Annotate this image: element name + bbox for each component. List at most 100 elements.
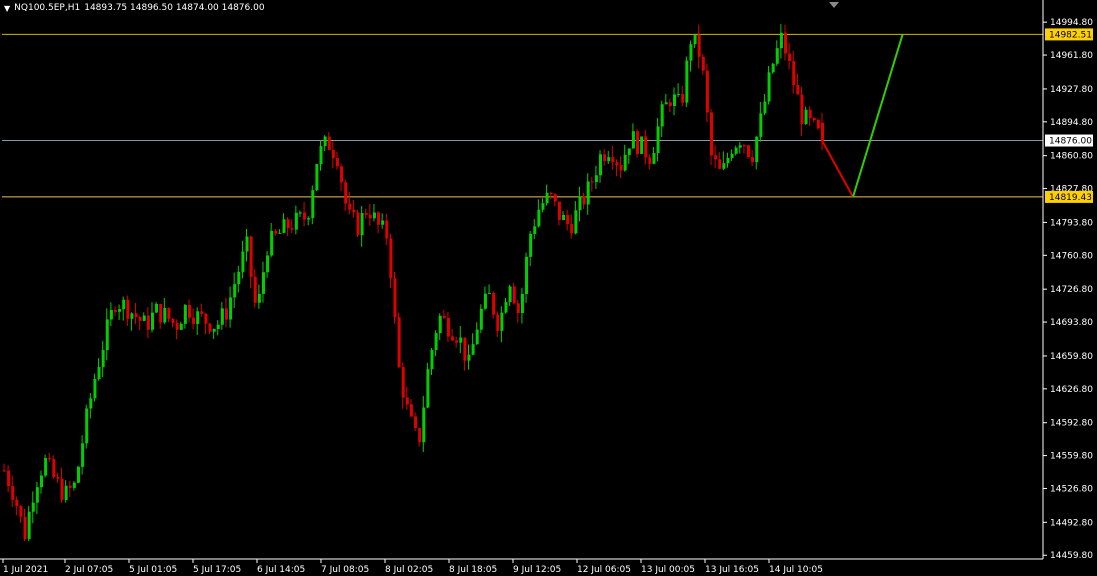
candle-body: [315, 164, 319, 191]
candle-body: [204, 313, 208, 324]
candle-body: [109, 310, 113, 320]
candle-body: [266, 255, 270, 273]
candle-body: [138, 317, 142, 321]
candle-body: [648, 157, 652, 164]
candle-body: [81, 443, 85, 467]
candle-body: [607, 157, 611, 162]
candle-body: [529, 233, 533, 257]
candle-body: [738, 145, 742, 148]
candle-body: [150, 312, 154, 330]
price-tick-label: 14961.80: [1050, 51, 1093, 61]
candle-body: [327, 136, 331, 150]
candle-body: [130, 313, 134, 319]
candle-body: [414, 416, 418, 429]
projection-down-line[interactable]: [821, 140, 854, 198]
candle-body: [426, 369, 430, 408]
candle-body: [627, 148, 631, 155]
candle-body: [771, 63, 775, 73]
candle-body: [660, 104, 664, 127]
candle-body: [788, 53, 792, 62]
candle-body: [714, 155, 718, 160]
candle-body: [471, 344, 475, 355]
candle-body: [488, 292, 492, 294]
candle-body: [808, 109, 812, 119]
candle-body: [685, 60, 689, 103]
candle-body: [792, 61, 796, 86]
candle-body: [594, 175, 598, 183]
candle-body: [389, 238, 393, 279]
price-tick-label: 14994.80: [1050, 18, 1093, 28]
candle-body: [175, 323, 179, 330]
time-tick-label: 8 Jul 18:05: [449, 565, 497, 575]
price-tick-label: 14659.80: [1050, 352, 1093, 362]
candle-body: [35, 487, 39, 503]
time-tick-label: 5 Jul 01:05: [129, 565, 177, 575]
candle-body: [39, 475, 43, 488]
candle-body: [52, 459, 56, 477]
candle-body: [113, 310, 117, 312]
candle-body: [520, 293, 524, 314]
candle-body: [212, 328, 216, 332]
price-tick-label: 14492.80: [1050, 518, 1093, 528]
candle-body: [89, 398, 93, 409]
candle-body: [216, 324, 220, 329]
candle-body: [159, 303, 163, 323]
candle-body: [796, 85, 800, 95]
candle-body: [7, 470, 11, 487]
price-tick-label: 14760.80: [1050, 251, 1093, 261]
time-tick-label: 14 Jul 10:05: [769, 565, 823, 575]
candle-body: [697, 34, 701, 57]
candle-body: [27, 511, 31, 540]
candle-body: [611, 157, 615, 163]
candle-body: [742, 145, 746, 147]
candle-body: [142, 315, 146, 321]
candle-body: [97, 367, 101, 380]
candle-body: [430, 350, 434, 370]
price-chart[interactable]: 14994.80 14961.80 14927.80 14894.80 14860.80…: [0, 0, 1097, 576]
candle-body: [673, 94, 677, 107]
candle-body: [763, 101, 767, 114]
price-tick-label: 14526.80: [1050, 484, 1093, 494]
candle-body: [570, 223, 574, 234]
price-tick-label: 14693.80: [1050, 318, 1093, 328]
candle-body: [516, 303, 520, 314]
candle-body: [335, 158, 339, 167]
candle-body: [718, 159, 722, 169]
time-tick-label: 6 Jul 14:05: [257, 565, 305, 575]
candle-body: [784, 32, 788, 54]
time-tick-label: 1 Jul 2021: [3, 565, 48, 575]
candle-body: [381, 220, 385, 225]
candle-body: [779, 32, 783, 49]
time-tick-label: 9 Jul 12:05: [513, 565, 561, 575]
time-tick-label: 12 Jul 06:05: [577, 565, 631, 575]
candle-body: [668, 102, 672, 107]
candle-body: [303, 212, 307, 220]
candle-body: [23, 516, 27, 540]
candle-body: [492, 292, 496, 315]
candle-body: [245, 236, 249, 252]
projection-up-line[interactable]: [852, 34, 904, 198]
candle-body: [278, 232, 282, 234]
candle-body: [442, 315, 446, 318]
candle-body: [693, 34, 697, 45]
candle-body: [233, 284, 237, 298]
price-tick-label: 14626.80: [1050, 385, 1093, 395]
price-tick-label: 14860.80: [1050, 152, 1093, 162]
time-tick-label: 2 Jul 07:05: [65, 565, 113, 575]
shift-marker-icon[interactable]: [829, 2, 839, 8]
candle-body: [656, 126, 660, 153]
candle-body: [451, 336, 455, 341]
candle-body: [644, 136, 648, 158]
candle-body: [533, 226, 537, 234]
candle-body: [126, 299, 130, 319]
candle-body: [631, 131, 635, 149]
candle-body: [463, 337, 467, 361]
time-tick-label: 5 Jul 17:05: [193, 565, 241, 575]
candle-body: [512, 286, 516, 304]
level-badge-label: 14982.51: [1049, 30, 1092, 40]
time-tick-label: 13 Jul 16:05: [705, 565, 759, 575]
candle-body: [220, 308, 224, 325]
candle-body: [640, 136, 644, 154]
candle-body: [422, 407, 426, 443]
candle-body: [331, 149, 335, 159]
